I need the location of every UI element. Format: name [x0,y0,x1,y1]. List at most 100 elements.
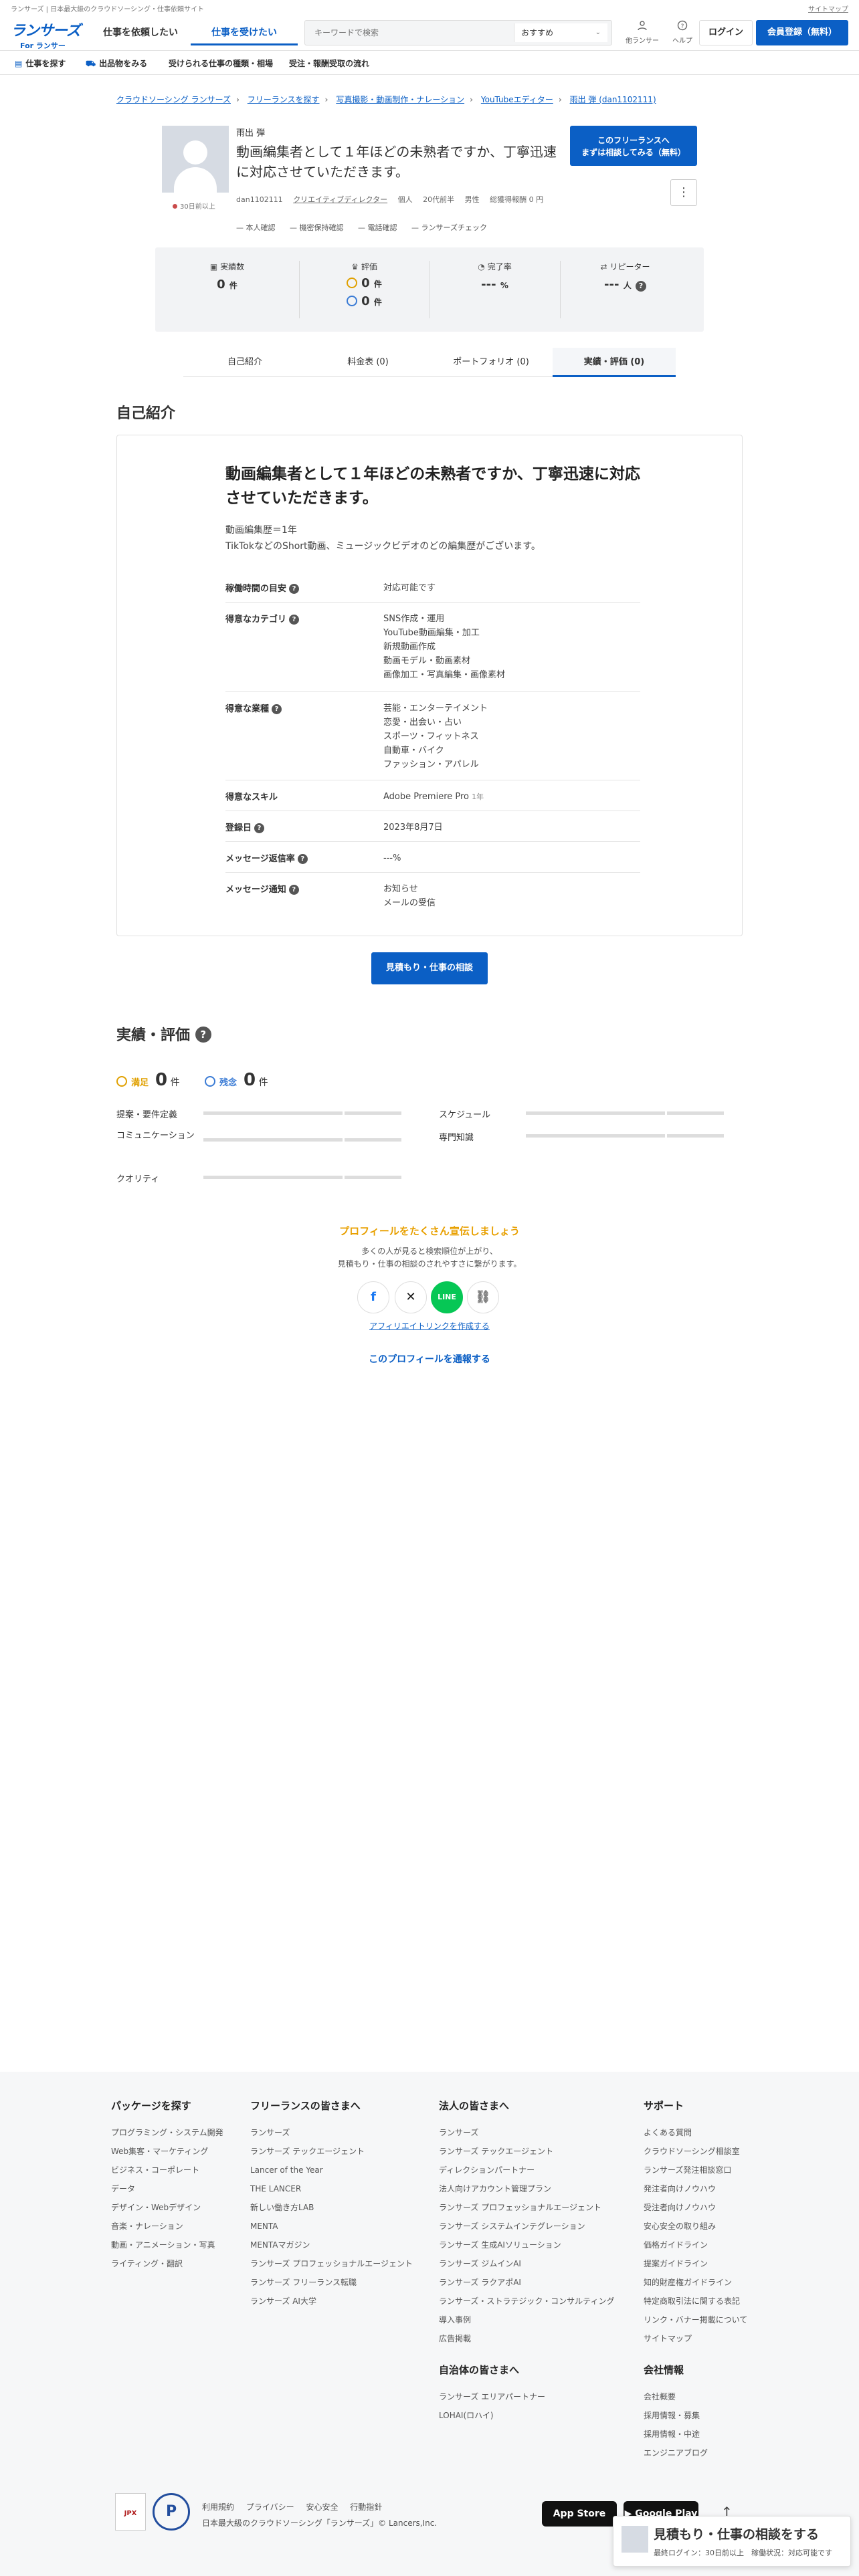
footer-link[interactable]: 採用情報・中途 [644,2425,838,2444]
search-input[interactable] [305,21,512,45]
help-icon[interactable]: ? [195,1027,211,1043]
footer-link[interactable]: 特定商取引法に関する表記 [644,2292,838,2311]
footer-link[interactable]: 会社概要 [644,2387,838,2406]
help-icon[interactable]: ? [289,584,300,594]
nav-find-jobs[interactable]: ▤ 仕事を探す [15,58,66,69]
footer-link[interactable]: クラウドソーシング相談室 [644,2142,838,2161]
footer-bottom-link[interactable]: 行動指針 [350,2502,382,2512]
tab-pricing[interactable]: 料金表 (0) [306,348,430,377]
footer-link[interactable]: ランサーズ プロフェッショナルエージェント [250,2254,444,2273]
footer-link[interactable]: ランサーズ プロフェッショナルエージェント [439,2198,633,2217]
footer-link[interactable]: Lancer of the Year [250,2161,444,2179]
breadcrumb-item[interactable]: クラウドソーシング ランサーズ [116,95,231,104]
verification-item: — 電話確認 [358,223,397,232]
footer-link[interactable]: ランサーズ [439,2123,633,2142]
help-button[interactable]: ? ヘルプ [666,20,699,45]
footer-link[interactable]: よくある質問 [644,2123,838,2142]
footer-link[interactable]: 広告掲載 [439,2329,633,2348]
pie-chart-icon: ◔ [478,262,485,272]
nav-view-products[interactable]: ⛟ 出品物をみる [86,58,147,70]
stat-repeater-label: リピーター [609,262,650,272]
footer-link[interactable]: LOHAI(ロハイ) [439,2406,633,2425]
breadcrumb-item[interactable]: フリーランスを探す [248,95,320,104]
report-profile-link[interactable]: このプロフィールを通報する [0,1352,859,1366]
footer-link[interactable]: ランサーズ [250,2123,444,2142]
tab-results[interactable]: 実績・評価 (0) [553,348,676,377]
floating-quote-cta[interactable]: 見積もり・仕事の相談をする 最終ログイン：30日前以上 稼働状況：対応可能です [613,2516,851,2567]
tab-hire[interactable]: 仕事を依頼したい [94,20,187,45]
footer-link[interactable]: サイトマップ [644,2329,838,2348]
register-button[interactable]: 会員登録（無料） [756,20,848,45]
detail-key: メッセージ通知 [225,885,286,895]
floating-cta-subtitle: 最終ログイン：30日前以上 稼働状況：対応可能です [654,2549,832,2557]
jpx-logo: JPX [115,2493,146,2531]
help-icon[interactable]: ? [254,823,265,833]
copy-link-button[interactable]: ⛓ [467,1281,499,1313]
profile-name: 雨出 弾 [236,128,266,138]
footer-link[interactable]: ランサーズ システムインテグレーション [439,2217,633,2236]
footer-link[interactable]: エンジニアブログ [644,2444,838,2462]
more-menu-button[interactable]: ⋮ [670,179,697,206]
x-share-button[interactable]: ✕ [395,1281,427,1313]
footer-link[interactable]: ランサーズ フリーランス転職 [250,2273,444,2292]
footer-link[interactable]: 安心安全の取り組み [644,2217,838,2236]
help-icon[interactable]: ? [636,281,646,292]
login-button[interactable]: ログイン [699,20,753,45]
facebook-icon: f [371,1290,376,1304]
footer-link[interactable]: MENTA [250,2217,444,2236]
profile-job-link[interactable]: クリエイティブディレクター [293,195,387,204]
breadcrumb-item[interactable]: 雨出 弾 (dan1102111) [570,95,656,104]
footer-link[interactable]: ランサーズ テックエージェント [250,2142,444,2161]
footer-bottom-link[interactable]: 安心安全 [306,2502,338,2512]
footer-link[interactable]: 提案ガイドライン [644,2254,838,2273]
affiliate-link[interactable]: アフィリエイトリンクを作成する [0,1320,859,1331]
quote-consult-button[interactable]: 見積もり・仕事の相談 [371,952,488,984]
facebook-share-button[interactable]: f [357,1281,389,1313]
footer-link[interactable]: 受注者向けノウハウ [644,2198,838,2217]
footer-link[interactable]: 新しい働き方LAB [250,2198,444,2217]
nav-flow[interactable]: 受注・報酬受取の流れ [289,58,369,69]
footer-link[interactable]: ランサーズ AI大学 [250,2292,444,2311]
footer-link[interactable]: THE LANCER [250,2179,444,2198]
footer-link[interactable]: 法人向けアカウント管理プラン [439,2179,633,2198]
app-store-badge[interactable]: App Store [542,2501,617,2527]
tab-work[interactable]: 仕事を受けたい [191,20,298,45]
footer-link[interactable]: ランサーズ発注相談窓口 [644,2161,838,2179]
nav-job-types[interactable]: 受けられる仕事の種類・相場 [169,58,273,69]
lancers-logo[interactable]: ランサーズ For ランサー [11,19,84,50]
footer-link[interactable]: MENTAマガジン [250,2236,444,2254]
footer-link[interactable]: ディレクションパートナー [439,2161,633,2179]
detail-row: メッセージ返信率? ---% [225,851,640,873]
footer-link[interactable]: 採用情報・募集 [644,2406,838,2425]
footer-link[interactable]: ランサーズ 生成AIソリューション [439,2236,633,2254]
search-sort-select[interactable]: おすすめ ⌄ [514,23,607,42]
verification-item: — 本人確認 [236,223,276,232]
footer-link[interactable]: 導入事例 [439,2311,633,2329]
footer-link[interactable]: ランサーズ エリアパートナー [439,2387,633,2406]
help-icon[interactable]: ? [297,854,308,864]
help-icon[interactable]: ? [272,704,282,714]
footer-link[interactable]: ランサーズ テックエージェント [439,2142,633,2161]
footer-link[interactable]: 価格ガイドライン [644,2236,838,2254]
footer-link[interactable]: ランサーズ・ストラテジック・コンサルティング [439,2292,633,2311]
footer-link[interactable]: ランサーズ ラクアポAI [439,2273,633,2292]
tab-portfolio[interactable]: ポートフォリオ (0) [430,348,553,377]
footer-bottom-link[interactable]: 利用規約 [202,2502,234,2512]
profile-tabs: 自己紹介 料金表 (0) ポートフォリオ (0) 実績・評価 (0) [183,348,676,377]
tab-intro[interactable]: 自己紹介 [183,348,306,377]
breadcrumb-item[interactable]: YouTubeエディター [481,95,553,104]
help-icon[interactable]: ? [289,615,300,625]
footer-link[interactable]: ランサーズ ジムインAI [439,2254,633,2273]
metric-bar [526,1111,724,1115]
sitemap-link[interactable]: サイトマップ [808,3,848,13]
lancer-search-button[interactable]: 他ランサー [626,20,659,45]
footer-bottom-link[interactable]: プライバシー [246,2502,294,2512]
footer-link[interactable]: リンク・バナー掲載について [644,2311,838,2329]
footer-link[interactable]: 知的財産権ガイドライン [644,2273,838,2292]
line-share-button[interactable]: LINE [431,1281,463,1313]
intro-body-line: 動画編集歴＝1年 [225,525,297,536]
breadcrumb-item[interactable]: 写真撮影・動画制作・ナレーション [336,95,464,104]
consult-freelancer-button[interactable]: このフリーランスへ まずは相談してみる（無料） [570,126,697,166]
help-icon[interactable]: ? [288,885,299,895]
footer-link[interactable]: 発注者向けノウハウ [644,2179,838,2198]
